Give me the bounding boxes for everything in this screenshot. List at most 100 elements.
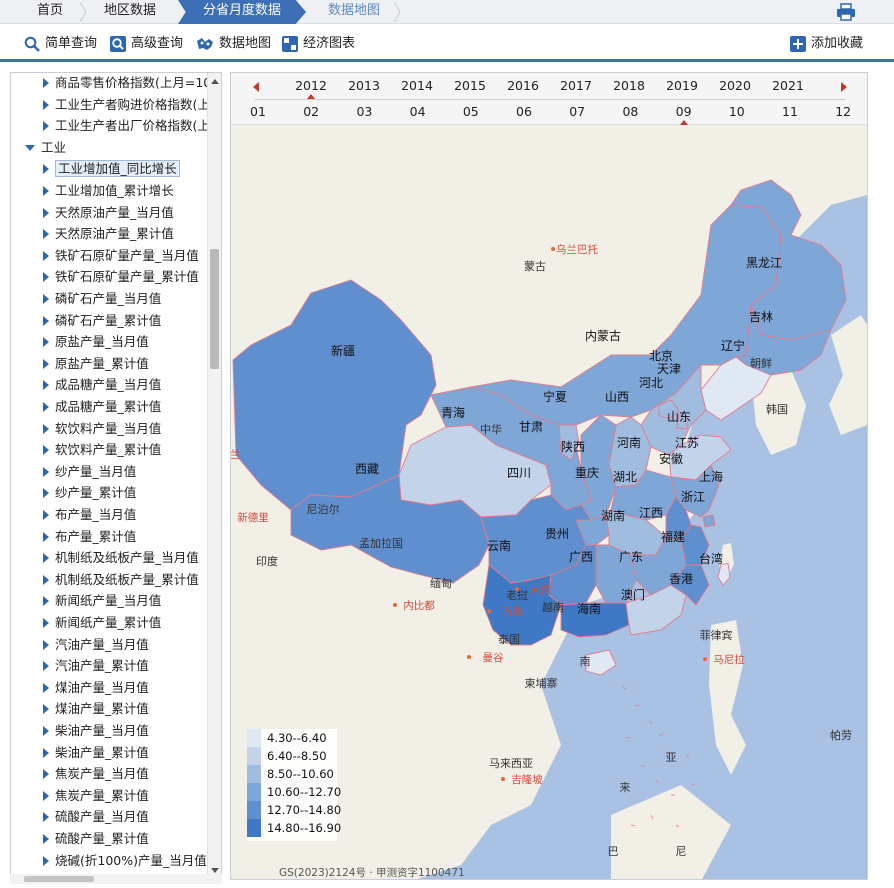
- breadcrumb-data-map[interactable]: 数据地图: [312, 0, 396, 24]
- tree-node[interactable]: 原盐产量_当月值: [43, 332, 149, 352]
- expand-triangle-icon[interactable]: [43, 704, 49, 715]
- expand-triangle-icon[interactable]: [43, 510, 49, 520]
- month-option[interactable]: 12: [828, 104, 858, 119]
- year-option[interactable]: 2020: [715, 78, 755, 93]
- data-map-button[interactable]: 数据地图: [196, 34, 271, 54]
- expand-triangle-icon[interactable]: [43, 250, 49, 261]
- tree-node[interactable]: 铁矿石原矿量产量_当月值: [43, 246, 199, 266]
- expand-triangle-icon[interactable]: [43, 229, 49, 240]
- expand-triangle-icon[interactable]: [43, 834, 49, 844]
- tree-node[interactable]: 新闻纸产量_当月值: [43, 591, 161, 611]
- month-option[interactable]: 08: [615, 104, 645, 119]
- expand-triangle-icon[interactable]: [43, 272, 49, 283]
- expand-triangle-icon[interactable]: [43, 207, 49, 218]
- horizontal-scroll-thumb[interactable]: [24, 876, 94, 882]
- expand-triangle-icon[interactable]: [43, 661, 49, 672]
- expand-triangle-icon[interactable]: [43, 769, 49, 780]
- year-option[interactable]: 2021: [768, 78, 808, 93]
- tree-node[interactable]: 烧碱(折100%)产量_当月值: [43, 851, 207, 871]
- year-option[interactable]: 2016: [503, 78, 543, 93]
- tree-node[interactable]: 成品糖产量_当月值: [43, 375, 161, 395]
- tree-node[interactable]: 汽油产量_累计值: [43, 656, 149, 676]
- tree-node[interactable]: 柴油产量_累计值: [43, 743, 149, 763]
- tree-horizontal-scrollbar[interactable]: [10, 874, 222, 884]
- tree-node[interactable]: 新闻纸产量_累计值: [43, 613, 161, 633]
- simple-query-button[interactable]: 简单查询: [24, 34, 97, 54]
- tree-node[interactable]: 磷矿石产量_当月值: [43, 289, 161, 309]
- tree-node[interactable]: 焦炭产量_累计值: [43, 786, 149, 806]
- tree-node[interactable]: 磷矿石产量_累计值: [43, 311, 161, 331]
- tree-node[interactable]: 煤油产量_当月值: [43, 678, 149, 698]
- tree-node[interactable]: 硫酸产量_累计值: [43, 829, 149, 849]
- expand-triangle-icon[interactable]: [43, 596, 49, 607]
- year-option[interactable]: 2018: [609, 78, 649, 93]
- tree-node[interactable]: 原盐产量_累计值: [43, 354, 149, 374]
- expand-triangle-icon[interactable]: [43, 164, 49, 175]
- tree-node[interactable]: 软饮料产量_累计值: [43, 440, 161, 460]
- tree-node[interactable]: 柴油产量_当月值: [43, 721, 149, 741]
- year-option[interactable]: 2014: [397, 78, 437, 93]
- month-option[interactable]: 06: [509, 104, 539, 119]
- month-option[interactable]: 05: [456, 104, 486, 119]
- collapse-triangle-icon[interactable]: [25, 144, 35, 151]
- expand-triangle-icon[interactable]: [43, 358, 49, 369]
- tree-node[interactable]: 硫酸产量_当月值: [43, 807, 149, 827]
- tree-node[interactable]: 工业: [25, 138, 66, 158]
- advanced-query-button[interactable]: 高级查询: [110, 34, 183, 54]
- month-option[interactable]: 07: [562, 104, 592, 119]
- month-option[interactable]: 09: [669, 104, 699, 119]
- tree-node[interactable]: 纱产量_累计值: [43, 483, 136, 503]
- tree-node[interactable]: 机制纸及纸板产量_当月值: [43, 548, 199, 568]
- province-shanghai[interactable]: [702, 514, 716, 528]
- expand-triangle-icon[interactable]: [43, 747, 49, 758]
- tree-node[interactable]: 工业增加值_累计增长: [43, 181, 174, 201]
- expand-triangle-icon[interactable]: [43, 726, 49, 736]
- year-option[interactable]: 2012: [291, 78, 331, 93]
- tree-node[interactable]: 商品零售价格指数(上月=100: [43, 73, 219, 93]
- expand-triangle-icon[interactable]: [43, 337, 49, 348]
- expand-triangle-icon[interactable]: [43, 99, 49, 110]
- expand-triangle-icon[interactable]: [43, 121, 49, 132]
- expand-triangle-icon[interactable]: [43, 790, 49, 801]
- breadcrumb-provincial-monthly[interactable]: 分省月度数据: [178, 0, 306, 24]
- month-option[interactable]: 03: [349, 104, 379, 119]
- print-icon[interactable]: [836, 3, 856, 21]
- scroll-thumb[interactable]: [210, 249, 219, 369]
- expand-triangle-icon[interactable]: [43, 488, 49, 499]
- scroll-up-icon[interactable]: [211, 79, 219, 84]
- year-option[interactable]: 2017: [556, 78, 596, 93]
- expand-triangle-icon[interactable]: [43, 682, 49, 693]
- choropleth-map[interactable]: 黑龙江 吉林 辽宁 北京 天津 河北 内蒙古 山西 山东 宁夏 甘肃 陕西 河南 江苏 安徽 上海 青海 新疆 西藏…: [231, 125, 867, 879]
- expand-triangle-icon[interactable]: [43, 315, 49, 326]
- breadcrumb-region-data[interactable]: 地区数据: [82, 0, 178, 24]
- tree-node[interactable]: 纱产量_当月值: [43, 462, 136, 482]
- tree-vertical-scrollbar[interactable]: [207, 73, 221, 879]
- expand-triangle-icon[interactable]: [43, 186, 49, 196]
- tree-node[interactable]: 成品糖产量_累计值: [43, 397, 161, 417]
- tree-node[interactable]: 布产量_当月值: [43, 505, 136, 525]
- tree-node[interactable]: 工业生产者购进价格指数(上: [43, 95, 210, 115]
- year-option[interactable]: 2013: [344, 78, 384, 93]
- tree-node[interactable]: 工业增加值_同比增长: [43, 159, 180, 179]
- economic-chart-button[interactable]: 经济图表: [282, 34, 355, 54]
- expand-triangle-icon[interactable]: [43, 553, 49, 564]
- year-option[interactable]: 2019: [662, 78, 702, 93]
- tree-node[interactable]: 天然原油产量_累计值: [43, 224, 174, 244]
- month-option[interactable]: 10: [722, 104, 752, 119]
- month-option[interactable]: 01: [243, 104, 273, 119]
- tree-node[interactable]: 汽油产量_当月值: [43, 635, 149, 655]
- add-favorite-button[interactable]: 添加收藏: [790, 34, 863, 54]
- tree-node[interactable]: 天然原油产量_当月值: [43, 203, 174, 223]
- tree-node[interactable]: 软饮料产量_当月值: [43, 419, 161, 439]
- tree-node[interactable]: 布产量_累计值: [43, 527, 136, 547]
- tree-node[interactable]: 煤油产量_累计值: [43, 699, 149, 719]
- tree-node[interactable]: 焦炭产量_当月值: [43, 764, 149, 784]
- expand-triangle-icon[interactable]: [43, 445, 49, 456]
- tree-node[interactable]: 机制纸及纸板产量_累计值: [43, 570, 199, 590]
- expand-triangle-icon[interactable]: [43, 78, 49, 88]
- previous-year-icon[interactable]: [253, 82, 259, 92]
- expand-triangle-icon[interactable]: [43, 855, 49, 866]
- expand-triangle-icon[interactable]: [43, 639, 49, 650]
- expand-triangle-icon[interactable]: [43, 812, 49, 823]
- tree-node[interactable]: 铁矿石原矿量产量_累计值: [43, 267, 199, 287]
